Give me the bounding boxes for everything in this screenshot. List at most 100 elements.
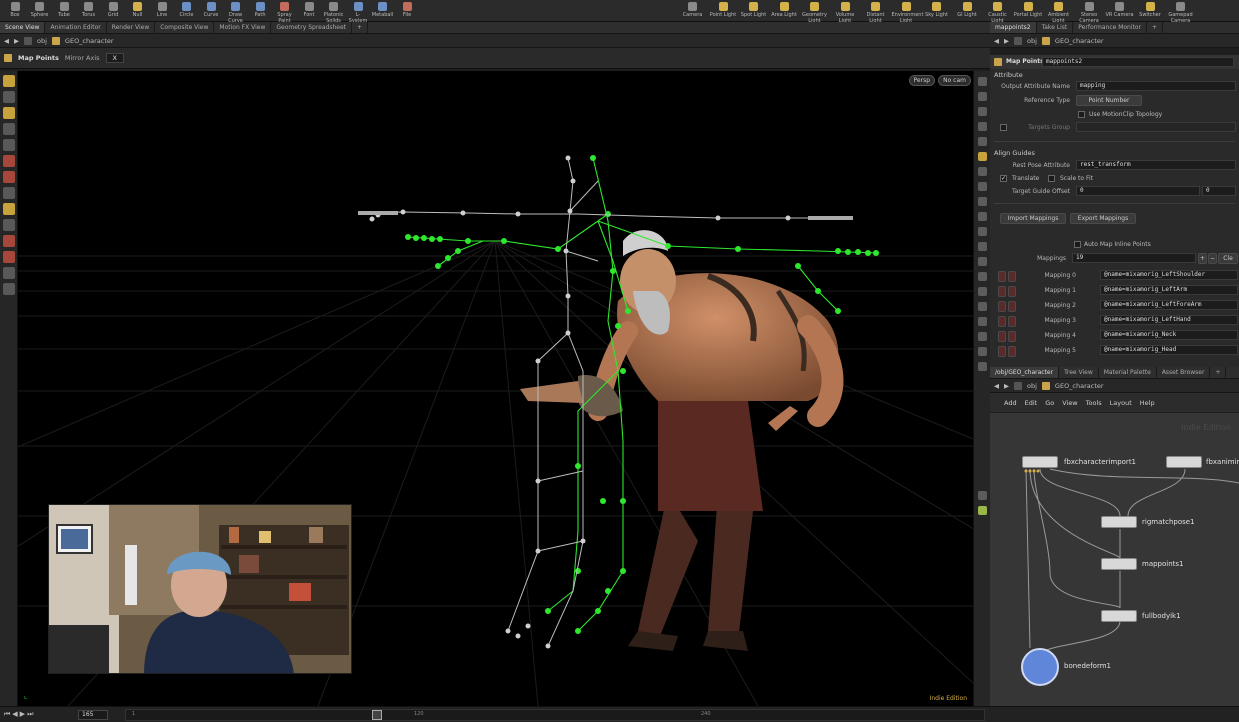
ref-type-dropdown[interactable]: Point Number [1076,95,1142,106]
insert-row-icon[interactable] [1008,301,1016,312]
lasso-icon[interactable] [3,187,15,199]
guide-icon[interactable] [978,302,987,311]
mapping-field[interactable]: @name=mixamorig_LeftForeArm [1100,300,1238,310]
node-name-field[interactable]: mappoints2 [1042,57,1234,67]
wireframe-icon[interactable] [978,212,987,221]
background-icon[interactable] [978,362,987,371]
shelf-tool-sphere[interactable]: Sphere [29,1,51,21]
shelf-tool-gi-light[interactable]: GI Light [953,1,982,21]
remove-row-icon[interactable] [998,271,1006,282]
tab-performance-monitor[interactable]: Performance Monitor [1073,22,1148,33]
tab-motion-fx-view[interactable]: Motion FX View [214,22,272,33]
shelf-tool-path[interactable]: Path [249,1,271,21]
display-options-icon[interactable] [978,77,987,86]
select-icon[interactable] [3,75,15,87]
shelf-tool-distant-light[interactable]: Distant Light [861,1,890,24]
handle-icon[interactable] [3,107,15,119]
shelf-tool-sky-light[interactable]: Sky Light [922,1,951,21]
remove-row-icon[interactable] [998,346,1006,357]
handle-toggle-icon[interactable] [3,283,15,295]
snapshot-icon[interactable] [978,317,987,326]
tab-tree-view[interactable]: Tree View [1059,367,1099,378]
insert-row-icon[interactable] [1008,316,1016,327]
path-geo[interactable]: GEO_character [65,37,114,45]
bounds-icon[interactable] [978,287,987,296]
tab-network-obj[interactable]: /obj/GEO_character [990,367,1060,378]
shelf-tool-camera[interactable]: Camera [678,1,707,21]
info-icon[interactable] [978,491,987,500]
shelf-tool-stereo-camera[interactable]: Stereo Camera [1075,1,1104,24]
normals-icon[interactable] [978,227,987,236]
pose-icon[interactable] [3,91,15,103]
network-menu-layout[interactable]: Layout [1110,399,1132,407]
brush-icon[interactable] [3,203,15,215]
remove-row-icon[interactable] [998,316,1006,327]
shelf-tool-curve[interactable]: Curve [200,1,222,21]
tab-asset-browser[interactable]: Asset Browser [1157,367,1211,378]
shelf-tool-circle[interactable]: Circle [176,1,198,21]
visibility-icon[interactable] [978,197,987,206]
target-icon[interactable] [3,235,15,247]
tab-mappoints2[interactable]: mappoints2 [990,22,1037,33]
mapping-field[interactable]: @name=mixamorig_Neck [1100,330,1238,340]
back-arrow-icon[interactable]: ◀ [4,37,9,45]
path-obj[interactable]: obj [37,37,47,45]
ring-icon[interactable] [3,251,15,263]
tab-take-list[interactable]: Take List [1037,22,1074,33]
shelf-tool-box[interactable]: Box [4,1,26,21]
camera-menu[interactable]: No cam [938,75,971,86]
node-fbxanimimport[interactable] [1166,456,1202,468]
node-rigmatchpose1[interactable] [1101,516,1137,528]
mirror-axis-field[interactable]: X [105,53,124,63]
shelf-tool-environment-light[interactable]: Environment Light [892,1,923,24]
mapping-field[interactable]: @name=mixamorig_LeftShoulder [1100,270,1238,280]
forward-arrow-icon[interactable]: ▶ [14,37,19,45]
tab-geometry-spreadsheet[interactable]: Geometry Spreadsheet [271,22,352,33]
auto-map-checkbox[interactable] [1074,241,1081,248]
path-obj[interactable]: obj [1027,382,1037,390]
lock-camera-icon[interactable] [978,107,987,116]
shelf-tool-line[interactable]: Line [151,1,173,21]
bulb-icon[interactable] [978,167,987,176]
shelf-tool-vr-camera[interactable]: VR Camera [1105,1,1134,21]
shelf-tool-draw-curve[interactable]: Draw Curve [225,1,247,24]
remove-row-icon[interactable] [998,331,1006,342]
forward-arrow-icon[interactable]: ▶ [1004,37,1009,45]
magnet-icon[interactable] [3,171,15,183]
offset-x-field[interactable]: 0 [1076,186,1200,196]
shelf-tool-grid[interactable]: Grid [102,1,124,21]
shelf-tool-point-light[interactable]: Point Light [709,1,738,21]
rest-pose-field[interactable]: rest_transform [1076,160,1236,170]
camera-icon[interactable] [3,219,15,231]
render-region-icon[interactable] [978,347,987,356]
tab-scene-view[interactable]: Scene View [0,22,46,33]
translate-checkbox[interactable]: ✓ [1000,175,1007,182]
network-editor[interactable]: Indie Edition fbxcharacterimport1 fbxani… [990,413,1239,706]
insert-row-icon[interactable] [1008,346,1016,357]
shelf-tool-volume-light[interactable]: Volume Light [831,1,860,24]
import-mappings-button[interactable]: Import Mappings [1000,213,1066,224]
playback-controls[interactable]: ⏮◀▶⏭ [4,710,35,719]
points-icon[interactable] [978,242,987,251]
shelf-tool-switcher[interactable]: Switcher [1136,1,1165,21]
layout-icon[interactable] [978,506,987,515]
path-obj[interactable]: obj [1027,37,1037,45]
arrow-select-icon[interactable] [3,123,15,135]
mapping-field[interactable]: @name=mixamorig_LeftArm [1100,285,1238,295]
use-motionclip-checkbox[interactable] [1078,111,1085,118]
shelf-tool-font[interactable]: Font [298,1,320,21]
mapping-field[interactable]: @name=mixamorig_LeftHand [1100,315,1238,325]
add-tab-button[interactable]: + [1210,367,1227,378]
shelf-tool-l-system[interactable]: L-System [347,1,369,24]
add-tab-button[interactable]: + [1147,22,1164,33]
insert-row-icon[interactable] [1008,331,1016,342]
bulb-alt-icon[interactable] [978,182,987,191]
shelf-tool-spot-light[interactable]: Spot Light [739,1,768,21]
insert-row-icon[interactable] [1008,271,1016,282]
tab-render-view[interactable]: Render View [107,22,156,33]
clear-mappings-button[interactable]: Cle [1218,253,1238,264]
lock-icon[interactable] [3,139,15,151]
node-fullbodyik1[interactable] [1101,610,1137,622]
snap-icon[interactable] [3,155,15,167]
forward-arrow-icon[interactable]: ▶ [1004,382,1009,390]
